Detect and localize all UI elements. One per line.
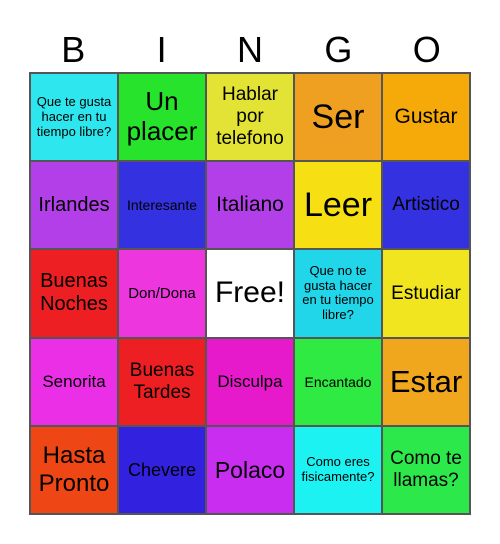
bingo-cell[interactable]: Don/Dona [118,249,206,338]
bingo-cell[interactable]: Buenas Tardes [118,337,206,426]
bingo-cell[interactable]: Artistico [382,161,470,250]
bingo-cell[interactable]: Hablar por telefono [206,73,294,162]
bingo-card: Que te gusta hacer en tu tiempo libre? Un… [29,72,471,515]
free-space-cell[interactable]: Free! [206,249,294,338]
bingo-cell[interactable]: Chevere [118,425,206,514]
bingo-cell[interactable]: Ser [294,73,382,162]
bingo-cell[interactable]: Como te llamas? [382,425,470,514]
bingo-cell[interactable]: Estudiar [382,249,470,338]
bingo-cell[interactable]: Polaco [206,425,294,514]
bingo-cell[interactable]: Irlandes [30,161,118,250]
bingo-cell[interactable]: Italiano [206,161,294,250]
bingo-cell[interactable]: Buenas Noches [30,249,118,338]
header-letter-o: O [412,29,441,70]
header-letter-g: G [324,29,353,70]
header-letter-n: N [236,29,263,70]
bingo-header: B I N G O [29,28,471,72]
bingo-cell[interactable]: Encantado [294,337,382,426]
bingo-cell[interactable]: Estar [382,337,470,426]
header-letter-b: B [61,29,86,70]
bingo-cell[interactable]: Gustar [382,73,470,162]
bingo-cell[interactable]: Senorita [30,337,118,426]
bingo-cell[interactable]: Como eres fisicamente? [294,425,382,514]
bingo-cell[interactable]: Un placer [118,73,206,162]
bingo-cell[interactable]: Que te gusta hacer en tu tiempo libre? [30,73,118,162]
bingo-cell[interactable]: Disculpa [206,337,294,426]
bingo-cell[interactable]: Interesante [118,161,206,250]
header-letter-i: I [156,29,167,70]
bingo-cell[interactable]: Hasta Pronto [30,425,118,514]
bingo-cell[interactable]: Leer [294,161,382,250]
bingo-cell[interactable]: Que no te gusta hacer en tu tiempo libre… [294,249,382,338]
